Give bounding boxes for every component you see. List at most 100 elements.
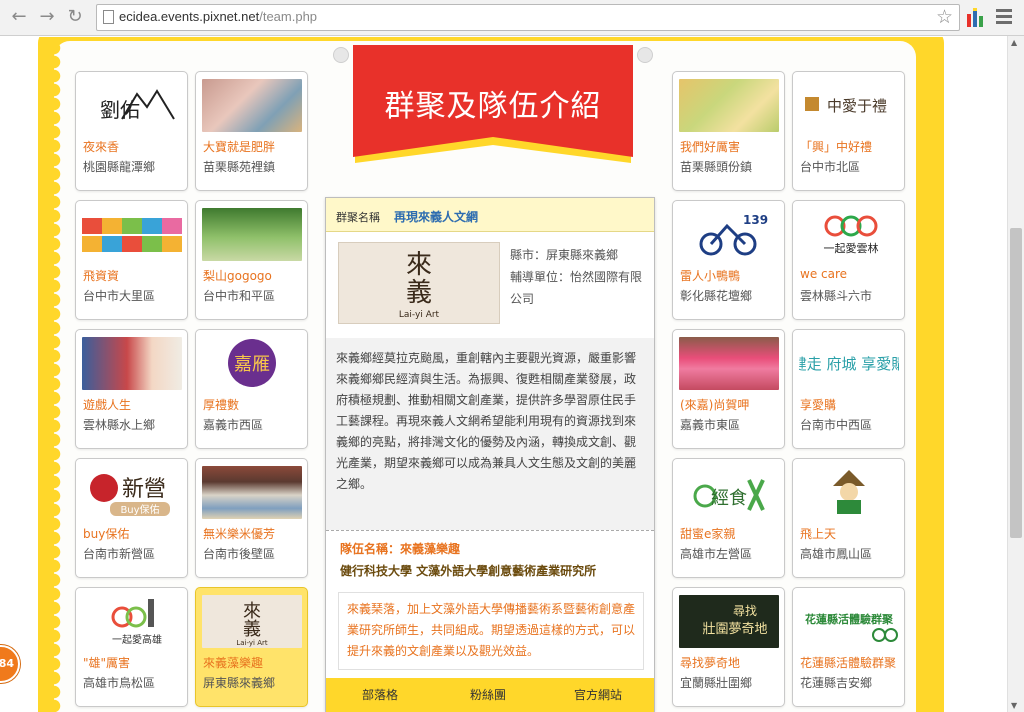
team-thumbnail: 健走 府城 享愛購 <box>799 337 899 390</box>
frame-scallop-right <box>916 41 930 712</box>
extension-icon[interactable] <box>966 8 984 28</box>
vertical-scrollbar[interactable]: ▲ ▼ <box>1007 36 1024 712</box>
team-card[interactable]: 嘉雁 厚禮數 嘉義市西區 <box>195 329 308 449</box>
team-card[interactable]: 一起愛高雄 "雄"厲害 高雄市鳥松區 <box>75 587 188 707</box>
team-organization: 健行科技大學 文藻外語大學創意藝術產業研究所 <box>340 564 597 578</box>
team-name: 花蓮縣活體驗群聚 <box>800 656 897 670</box>
menu-icon[interactable] <box>996 9 1012 25</box>
team-name: 厚禮數 <box>203 398 240 412</box>
team-card[interactable]: 劉佑 夜來香 桃園縣龍潭鄉 <box>75 71 188 191</box>
team-card-selected[interactable]: 來 義 Lai-yi Art 來義藻樂趣 屏東縣來義鄉 <box>195 587 308 707</box>
blog-link[interactable]: 部落格 <box>362 686 398 703</box>
team-location: 台南市新營區 <box>83 547 156 561</box>
team-name: 尋找夢奇地 <box>680 656 741 670</box>
team-name: 甜蜜e家親 <box>680 527 736 541</box>
svg-text:中愛于禮: 中愛于禮 <box>827 97 887 115</box>
team-location: 台中市和平區 <box>203 289 276 303</box>
team-card[interactable]: 梨山gogogo 台中市和平區 <box>195 200 308 320</box>
back-icon[interactable]: ← <box>8 6 30 28</box>
team-name: 遊戲人生 <box>83 398 132 412</box>
cluster-description: 來義鄉經莫拉克颱風，重創轄內主要觀光資源，嚴重影響來義鄉鄉民經濟與生活。為振興、… <box>336 351 637 491</box>
panel-footer: 部落格 粉絲團 官方網站 <box>326 678 654 712</box>
team-location: 高雄市鳥松區 <box>83 676 156 690</box>
team-card[interactable]: 經食 甜蜜e家親 高雄市左營區 <box>672 458 785 578</box>
svg-text:來: 來 <box>406 250 432 280</box>
team-card[interactable]: 健走 府城 享愛購 享愛購 台南市中西區 <box>792 329 905 449</box>
team-name: 大寶就是肥胖 <box>203 140 276 154</box>
url-text[interactable]: ecidea.events.pixnet.net/team.php <box>119 9 317 24</box>
svg-text:Buy保佑: Buy保佑 <box>120 503 159 516</box>
team-thumbnail: 嘉雁 <box>202 337 302 390</box>
team-card[interactable]: 我們好厲害 苗栗縣頭份鎮 <box>672 71 785 191</box>
team-thumbnail <box>202 466 302 519</box>
frame-scallop-left <box>47 41 61 712</box>
team-card[interactable]: 尋找 壯圍夢奇地 尋找夢奇地 宜蘭縣壯圍鄉 <box>672 587 785 707</box>
team-thumbnail <box>202 79 302 132</box>
team-card[interactable]: 中愛于禮 「興」中好禮 台中市北區 <box>792 71 905 191</box>
svg-text:新營: 新營 <box>122 477 166 502</box>
svg-text:義: 義 <box>406 278 432 308</box>
team-description: 來義琹落，加上文藻外語大學傳播藝術系暨藝術創意產業研究所師生，共同組成。期望透過… <box>347 602 636 658</box>
cluster-name: 再現來義人文網 <box>394 210 479 224</box>
bookmark-star-icon[interactable]: ☆ <box>936 6 953 28</box>
team-name: buy保佑 <box>83 527 130 541</box>
team-card[interactable]: 遊戲人生 雲林縣水上鄉 <box>75 329 188 449</box>
cluster-label: 群聚名稱 <box>336 211 380 224</box>
scroll-up-icon[interactable]: ▲ <box>1011 38 1017 47</box>
team-card[interactable]: 139 雷人小鴨鴨 彰化縣花壇鄉 <box>672 200 785 320</box>
team-card[interactable]: 無米樂米優芳 台南市後壁區 <box>195 458 308 578</box>
browser-toolbar: ← → ↻ ecidea.events.pixnet.net/team.php … <box>0 0 1024 36</box>
team-name: (來嘉)尚賀呷 <box>680 398 750 412</box>
svg-text:139: 139 <box>743 213 768 227</box>
cluster-helper: 輔導單位：怡然國際有限公司 <box>510 270 643 306</box>
team-thumbnail <box>679 79 779 132</box>
team-card[interactable]: (來嘉)尚賀呷 嘉義市東區 <box>672 329 785 449</box>
team-location: 花蓮縣吉安鄉 <box>800 676 873 690</box>
team-name: 無米樂米優芳 <box>203 527 276 541</box>
team-name: we care <box>800 267 848 281</box>
team-thumbnail <box>82 208 182 261</box>
team-thumbnail: 經食 <box>679 466 779 519</box>
official-site-link[interactable]: 官方網站 <box>574 686 622 703</box>
team-card[interactable]: 飛上天 高雄市鳳山區 <box>792 458 905 578</box>
team-card[interactable]: 大寶就是肥胖 苗栗縣苑裡鎮 <box>195 71 308 191</box>
team-card[interactable]: 花蓮縣活體驗群聚 花蓮縣活體驗群聚 花蓮縣吉安鄉 <box>792 587 905 707</box>
cluster-description-area: 來義鄉經莫拉克颱風，重創轄內主要觀光資源，嚴重影響來義鄉鄉民經濟與生活。為振興、… <box>326 338 654 530</box>
team-name: 我們好厲害 <box>680 140 741 154</box>
team-name: 享愛購 <box>800 398 837 412</box>
scroll-thumb[interactable] <box>1010 228 1022 538</box>
team-thumbnail <box>82 337 182 390</box>
svg-text:一起愛雲林: 一起愛雲林 <box>824 241 879 255</box>
team-thumbnail <box>202 208 302 261</box>
team-location: 雲林縣水上鄉 <box>83 418 156 432</box>
team-name: 梨山gogogo <box>203 269 272 283</box>
team-location: 屏東縣來義鄉 <box>203 676 276 690</box>
team-card[interactable]: 新營 Buy保佑 buy保佑 台南市新營區 <box>75 458 188 578</box>
team-location: 雲林縣斗六市 <box>800 289 873 303</box>
banner-ring-right <box>637 47 653 63</box>
team-card[interactable]: 一起愛雲林 we care 雲林縣斗六市 <box>792 200 905 320</box>
team-description-box: 來義琹落，加上文藻外語大學傳播藝術系暨藝術創意產業研究所師生，共同組成。期望透過… <box>338 592 644 670</box>
address-bar[interactable]: ecidea.events.pixnet.net/team.php ☆ <box>96 4 960 31</box>
banner-ring-left <box>333 47 349 63</box>
team-thumbnail: 139 <box>679 208 779 261</box>
svg-text:花蓮縣活體驗群聚: 花蓮縣活體驗群聚 <box>805 612 894 626</box>
team-name: 來義藻樂趣 <box>203 656 264 670</box>
scroll-down-icon[interactable]: ▼ <box>1011 701 1017 710</box>
svg-text:義: 義 <box>243 619 261 640</box>
team-name: 「興」中好禮 <box>800 140 873 154</box>
forward-icon[interactable]: → <box>36 6 58 28</box>
fanpage-link[interactable]: 粉絲團 <box>470 686 506 703</box>
notification-badge[interactable]: 84 <box>0 645 20 683</box>
team-thumbnail <box>799 466 899 519</box>
svg-text:Lai-yi Art: Lai-yi Art <box>399 310 440 320</box>
section-title: 群聚及隊伍介紹 <box>384 89 602 124</box>
team-title: 隊伍名稱：來義藻樂趣 <box>340 542 461 556</box>
team-location: 苗栗縣苑裡鎮 <box>203 160 276 174</box>
svg-text:經食: 經食 <box>711 488 747 509</box>
cluster-county: 縣市：屏東縣來義鄉 <box>510 248 619 262</box>
reload-icon[interactable]: ↻ <box>64 6 86 28</box>
team-card[interactable]: 飛資資 台中市大里區 <box>75 200 188 320</box>
page-content: 群聚及隊伍介紹 劉佑 夜來香 桃園縣龍潭鄉 大寶就是肥胖 苗栗縣苑裡鎮 飛資資 … <box>0 37 1007 712</box>
team-location: 嘉義市西區 <box>203 418 264 432</box>
